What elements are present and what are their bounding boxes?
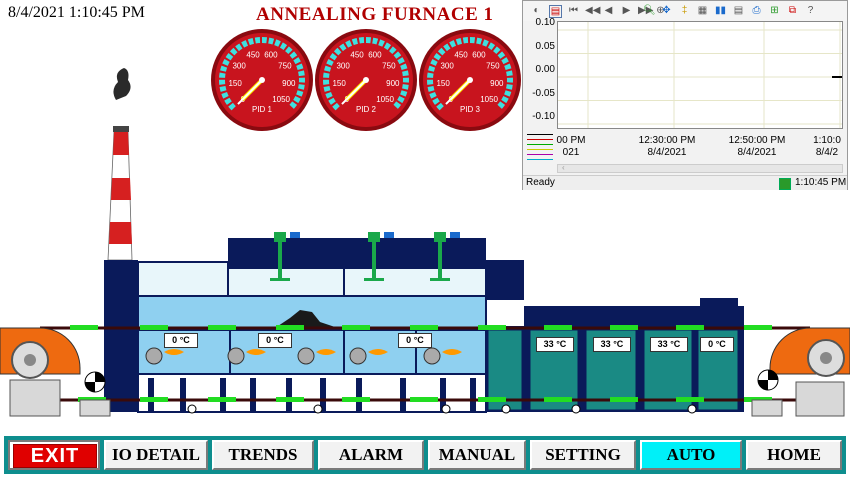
gauge-scale-segment — [393, 51, 402, 59]
cool2-temp: 33 °C — [593, 337, 631, 352]
gauge-tick-label: 450 — [246, 51, 260, 60]
zone2-temp: 0 °C — [258, 333, 292, 348]
scale-icon[interactable]: ‡ — [679, 5, 690, 16]
gauge-tick-label: 600 — [368, 51, 382, 60]
exit-label: EXIT — [13, 444, 97, 468]
gauge-scale-segment — [241, 40, 249, 48]
trend-toolbar: ◐ ▤ ⏮ ◀◀ ◀ ▶ ▶▶ ⊕ 🔍︎ ✥ ‡ ▦ ▮▮ ▤ ⎙ ⊞ ⧉ ? — [523, 1, 847, 21]
furnace-diagram — [0, 68, 850, 417]
gauge-scale-segment — [487, 42, 496, 50]
page-title: ANNEALING FURNACE 1 — [256, 4, 494, 25]
gauge-scale-segment — [383, 42, 392, 50]
bottom-nav: EXIT IO DETAIL TRENDS ALARM MANUAL SETTI… — [4, 436, 846, 474]
gauge-scale-segment — [476, 37, 483, 45]
gauge-scale-segment — [247, 38, 255, 46]
table-icon[interactable]: ▤ — [733, 5, 744, 16]
gauge-scale-segment — [449, 40, 457, 48]
setting-button[interactable]: SETTING — [530, 440, 636, 470]
gauge-scale-segment — [378, 39, 385, 47]
gauge-scale-segment — [279, 42, 288, 50]
trends-button[interactable]: TRENDS — [212, 440, 314, 470]
gauge-scale-segment — [372, 37, 379, 45]
gauge-scale-segment — [482, 39, 489, 47]
right-drive-fan — [751, 327, 850, 417]
gauge-scale-segment — [443, 43, 451, 52]
gauge-tick-label: 450 — [350, 51, 364, 60]
gauge-scale-segment — [339, 43, 347, 52]
next-icon[interactable]: ▶ — [621, 5, 632, 16]
gauge-scale-segment — [235, 43, 243, 52]
zone1-temp: 0 °C — [164, 333, 198, 348]
gauge-scale-segment — [433, 53, 442, 61]
cool3-temp: 33 °C — [650, 337, 688, 352]
gauge-scale-segment — [497, 51, 506, 59]
prev-page-icon[interactable]: ◀◀ — [585, 5, 600, 16]
export-icon[interactable]: ⊞ — [769, 5, 780, 16]
first-page-icon[interactable]: ⏮ — [568, 5, 579, 16]
y-tick-label: 0.05 — [535, 40, 555, 52]
cool1-temp: 33 °C — [536, 337, 574, 352]
help-icon[interactable]: ? — [805, 5, 816, 16]
y-tick-label: 0.10 — [535, 17, 555, 28]
gauge-scale-segment — [333, 47, 342, 56]
gauge-scale-segment — [225, 53, 234, 61]
manual-button[interactable]: MANUAL — [428, 440, 526, 470]
home-button[interactable]: HOME — [746, 440, 842, 470]
gauge-tick-label: 450 — [454, 51, 468, 60]
gauge-scale-segment — [289, 51, 298, 59]
gauge-scale-segment — [462, 37, 469, 44]
gauge-scale-segment — [274, 39, 281, 47]
gauge-scale-segment — [351, 38, 359, 46]
print-icon[interactable]: ⎙ — [751, 5, 762, 16]
left-drive-fan — [0, 327, 111, 417]
gauge-scale-segment — [345, 40, 353, 48]
auto-button[interactable]: AUTO — [640, 440, 742, 470]
gauge-scale-segment — [358, 37, 365, 44]
zone3-temp: 0 °C — [398, 333, 432, 348]
columns-icon[interactable]: ▮▮ — [715, 5, 726, 16]
gauge-scale-segment — [437, 47, 446, 56]
copy-icon[interactable]: ⧉ — [787, 5, 798, 16]
datetime-display: 8/4/2021 1:10:45 PM — [8, 4, 145, 21]
chimney — [107, 68, 133, 261]
prev-icon[interactable]: ◀ — [603, 5, 614, 16]
gauge-scale-segment — [285, 46, 293, 55]
search-icon[interactable]: 🔍︎ — [643, 5, 656, 16]
zone4-temp: 0 °C — [700, 337, 734, 352]
exit-button[interactable]: EXIT — [8, 440, 100, 470]
gauge-scale-segment — [493, 46, 501, 55]
gauge-tick-label: 600 — [264, 51, 278, 60]
gauge-scale-segment — [389, 46, 397, 55]
gauge-scale-segment — [329, 53, 338, 61]
alarm-button[interactable]: ALARM — [318, 440, 424, 470]
io-detail-button[interactable]: IO DETAIL — [104, 440, 208, 470]
pan-icon[interactable]: ✥ — [661, 5, 672, 16]
gauge-scale-segment — [455, 38, 463, 46]
grid-icon[interactable]: ▦ — [697, 5, 708, 16]
gauge-scale-segment — [268, 37, 275, 45]
gauge-scale-segment — [254, 37, 261, 44]
gauge-scale-segment — [229, 47, 238, 56]
gauge-tick-label: 600 — [472, 51, 486, 60]
pause-icon[interactable]: ◐ — [531, 5, 542, 16]
